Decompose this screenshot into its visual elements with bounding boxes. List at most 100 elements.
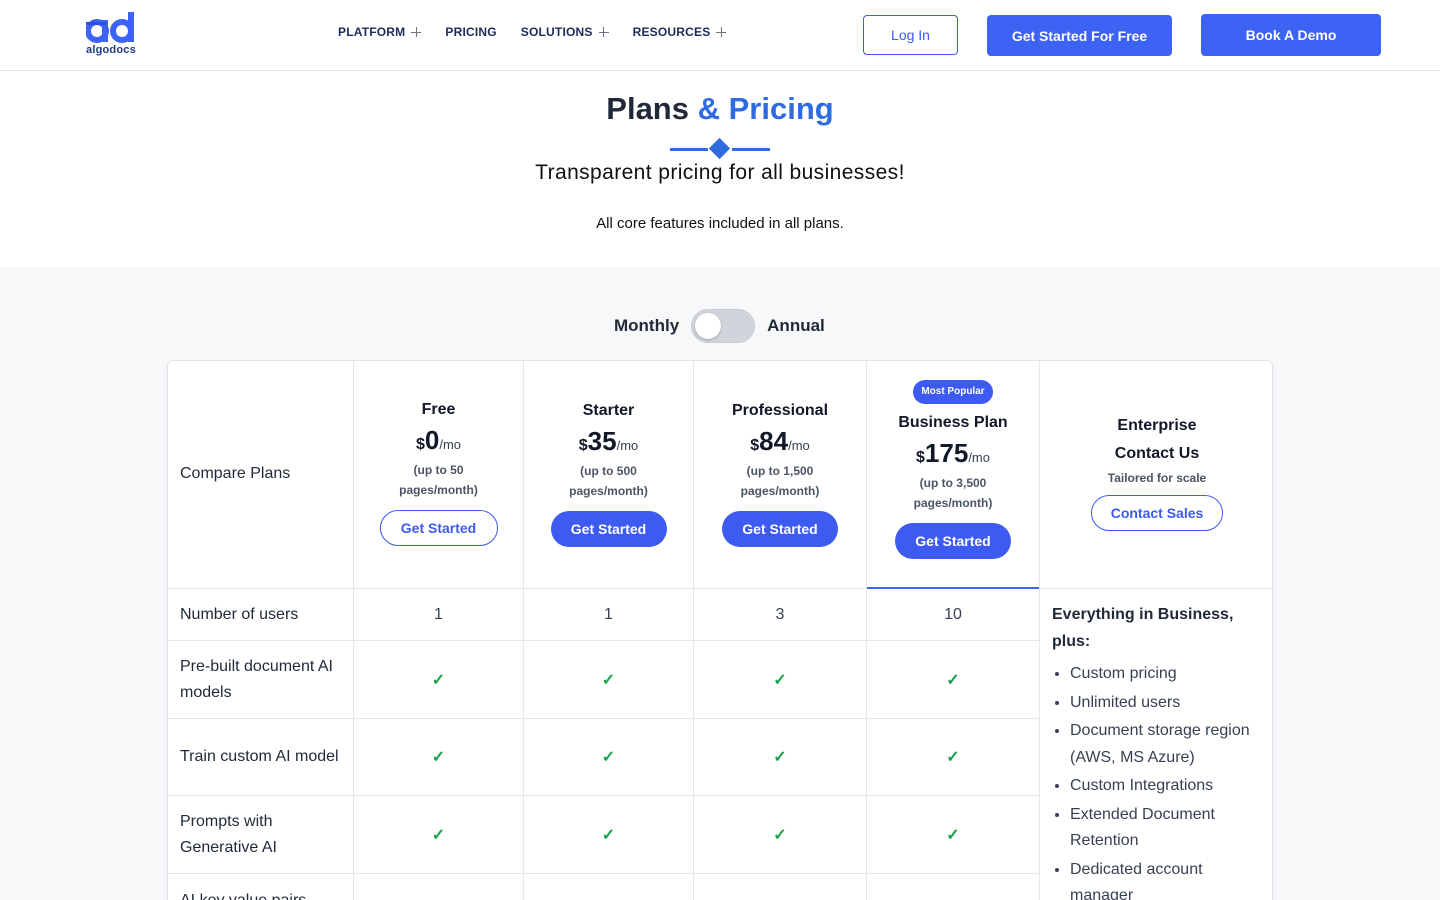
page-title-main: Plans xyxy=(606,91,689,126)
feature-label-column: Compare Plans Number of users Pre-built … xyxy=(168,361,354,900)
plan-name: Business Plan xyxy=(898,414,1008,431)
check-icon: ✓ xyxy=(867,719,1039,796)
nav-solutions-label: SOLUTIONS xyxy=(520,25,593,39)
row-label-prompts: Prompts with Generative AI xyxy=(168,796,353,874)
main-nav: PLATFORM PRICING SOLUTIONS RESOURCES xyxy=(338,25,750,39)
monthly-label: Monthly xyxy=(614,316,680,335)
contact-sales-button[interactable]: Contact Sales xyxy=(1091,495,1223,531)
plus-icon xyxy=(598,27,609,37)
plan-price: $175/mo xyxy=(867,438,1039,469)
plus-icon xyxy=(411,27,422,37)
most-popular-badge: Most Popular xyxy=(913,380,993,404)
plan-name: Starter xyxy=(582,402,635,419)
currency-symbol: $ xyxy=(916,449,925,466)
page-title: Plans & Pricing xyxy=(0,91,1440,127)
plan-header-enterprise: Enterprise Contact Us Tailored for scale… xyxy=(1040,361,1272,589)
page-title-accent: & Pricing xyxy=(697,91,834,126)
row-label-train: Train custom AI model xyxy=(168,719,353,796)
list-item: Dedicated account manager xyxy=(1070,857,1257,900)
get-started-button-business[interactable]: Get Started xyxy=(895,523,1011,559)
plan-name: Free xyxy=(421,401,456,418)
plan-header-business: Most Popular Business Plan $175/mo (up t… xyxy=(867,361,1039,589)
toggle-knob xyxy=(695,313,722,339)
nav-solutions[interactable]: SOLUTIONS xyxy=(521,25,609,39)
nav-resources[interactable]: RESOURCES xyxy=(633,25,727,39)
logo-text: algodocs xyxy=(86,44,136,56)
compare-header-cell: Compare Plans xyxy=(168,361,353,589)
page-note: All core features included in all plans. xyxy=(596,215,844,232)
plan-header-professional: Professional $84/mo (up to 1,500 pages/m… xyxy=(694,361,866,589)
cell-users-free: 1 xyxy=(354,589,523,641)
currency-symbol: $ xyxy=(415,436,425,453)
check-icon: ✓ xyxy=(524,719,693,796)
plan-pages-line: (up to 500 xyxy=(580,464,637,478)
plan-column-professional: Professional $84/mo (up to 1,500 pages/m… xyxy=(694,361,867,900)
enterprise-subtitle: Contact Us xyxy=(1114,445,1200,462)
plan-pages-line: (up to 3,500 xyxy=(919,476,987,490)
check-icon: ✓ xyxy=(354,641,523,719)
get-started-free-button[interactable]: Get Started For Free xyxy=(987,15,1172,56)
cell-kv-starter xyxy=(524,874,693,900)
price-amount: 35 xyxy=(587,426,617,456)
plan-pages-line: pages/month) xyxy=(399,483,478,497)
plan-header-free: Free $0/mo (up to 50 pages/month) Get St… xyxy=(354,361,523,589)
price-period: /mo xyxy=(439,437,462,452)
enterprise-tagline: Tailored for scale xyxy=(1107,471,1207,485)
cell-kv-professional xyxy=(694,874,866,900)
plan-name: Professional xyxy=(731,402,829,419)
plan-pages-line: (up to 50 xyxy=(413,463,464,477)
list-item: Extended Document Retention xyxy=(1070,802,1257,855)
plan-price: $35/mo xyxy=(524,426,693,457)
get-started-button-professional[interactable]: Get Started xyxy=(722,511,838,547)
price-amount: 0 xyxy=(424,425,440,455)
plan-header-starter: Starter $35/mo (up to 500 pages/month) G… xyxy=(524,361,693,589)
plan-pages: (up to 3,500 pages/month) xyxy=(867,473,1039,513)
cell-users-starter: 1 xyxy=(524,589,693,641)
check-icon: ✓ xyxy=(524,796,693,874)
billing-toggle-switch[interactable] xyxy=(691,309,756,343)
plan-column-enterprise: Enterprise Contact Us Tailored for scale… xyxy=(1040,361,1272,900)
row-label-users: Number of users xyxy=(168,589,353,641)
plan-pages-line: pages/month) xyxy=(569,484,648,498)
check-icon: ✓ xyxy=(694,719,866,796)
plan-column-free: Free $0/mo (up to 50 pages/month) Get St… xyxy=(354,361,524,900)
cell-kv-business xyxy=(867,874,1039,900)
list-item: Custom pricing xyxy=(1070,661,1257,688)
site-header: algodocs PLATFORM PRICING SOLUTIONS RESO… xyxy=(0,0,1440,71)
plan-price: $0/mo xyxy=(354,425,523,456)
nav-platform-label: PLATFORM xyxy=(338,25,406,39)
algodocs-logo[interactable]: algodocs xyxy=(86,12,138,58)
nav-platform[interactable]: PLATFORM xyxy=(338,25,422,39)
cell-users-business: 10 xyxy=(867,589,1039,641)
check-icon: ✓ xyxy=(694,796,866,874)
plan-pages: (up to 500 pages/month) xyxy=(524,461,693,501)
nav-resources-label: RESOURCES xyxy=(632,25,711,39)
pricing-table: Compare Plans Number of users Pre-built … xyxy=(167,360,1273,900)
plan-price: $84/mo xyxy=(694,426,866,457)
nav-pricing[interactable]: PRICING xyxy=(445,25,496,39)
plan-pages-line: (up to 1,500 xyxy=(746,464,814,478)
plan-pages: (up to 1,500 pages/month) xyxy=(694,461,866,501)
logo-mark-icon xyxy=(86,12,134,43)
divider-line xyxy=(732,148,770,151)
billing-toggle-row: Monthly Annual xyxy=(614,309,825,343)
cell-kv-free xyxy=(354,874,523,900)
plan-column-business: Most Popular Business Plan $175/mo (up t… xyxy=(867,361,1040,900)
plan-pages-line: pages/month) xyxy=(740,484,820,498)
list-item: Document storage region (AWS, MS Azure) xyxy=(1070,718,1257,771)
book-demo-button[interactable]: Book A Demo xyxy=(1201,14,1381,56)
enterprise-lead: Everything in Business, plus: xyxy=(1052,606,1234,650)
plan-pages: (up to 50 pages/month) xyxy=(354,460,523,500)
check-icon: ✓ xyxy=(524,641,693,719)
currency-symbol: $ xyxy=(750,437,760,454)
get-started-button-starter[interactable]: Get Started xyxy=(550,511,667,547)
login-button[interactable]: Log In xyxy=(863,15,958,55)
get-started-button-free[interactable]: Get Started xyxy=(379,510,498,546)
divider-line xyxy=(670,148,708,151)
title-divider xyxy=(670,137,770,160)
price-period: /mo xyxy=(616,438,639,453)
check-icon: ✓ xyxy=(867,796,1039,874)
check-icon: ✓ xyxy=(354,719,523,796)
price-amount: 84 xyxy=(759,426,789,456)
diamond-icon xyxy=(708,137,731,160)
